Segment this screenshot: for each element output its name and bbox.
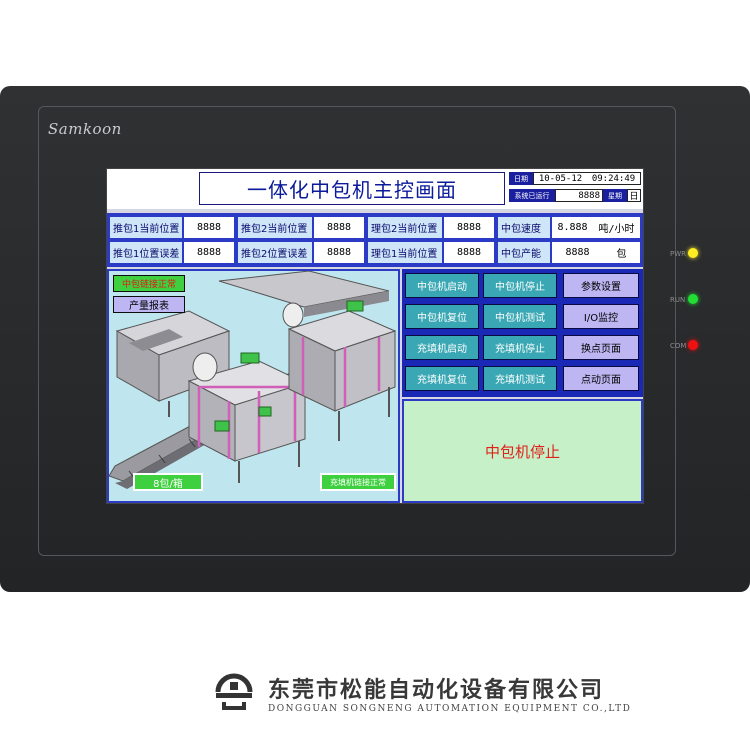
pack-speed-field: 8.888 吨/小时 [551,216,641,239]
push2-error-value: 8888 [313,241,365,264]
pack-speed-unit: 吨/小时 [598,224,635,235]
arrange1-position-label: 理包1当前位置 [367,241,443,264]
company-name-cn: 东莞市松能自动化设备有限公司 [268,678,605,703]
time-value: 09:24:49 [591,173,636,184]
push1-position-label: 推包1当前位置 [109,216,183,239]
parameter-settings-button[interactable]: 参数设置 [563,273,639,298]
company-logo-icon [215,673,253,710]
production-report-button[interactable]: 产量报表 [113,296,185,313]
pack-capacity-field: 8888 包 [551,241,641,264]
jog-page-button[interactable]: 点动页面 [563,366,639,391]
led-label-pwr: PWR [670,250,687,258]
com-led-icon [688,340,698,350]
pack-speed-label: 中包速度 [497,216,551,239]
filler-start-button[interactable]: 充填机启动 [405,335,479,360]
date-time-display: 10-05-12 09:24:49 [533,172,641,185]
weekday-label: 星期 [603,189,627,202]
pack-machine-reset-button[interactable]: 中包机复位 [405,304,479,329]
arrange1-position-value: 8888 [443,241,495,264]
run-led-icon [688,294,698,304]
push2-position-label: 推包2当前位置 [237,216,313,239]
filler-reset-button[interactable]: 充填机复位 [405,366,479,391]
filler-link-status-indicator: 充填机链接正常 [320,473,396,491]
runtime-value: 8888 [555,189,603,202]
date-value: 10-05-12 [538,173,583,184]
data-readout-area: 推包1当前位置 8888 推包2当前位置 8888 理包2当前位置 8888 中… [107,213,643,267]
pack-capacity-label: 中包产能 [497,241,551,264]
pack-count-display: 8包/箱 [133,473,203,491]
changeover-page-button[interactable]: 换点页面 [563,335,639,360]
led-label-run: RUN [670,296,686,304]
io-monitor-button[interactable]: I/O监控 [563,304,639,329]
brand-logo: Samkoon [48,120,122,138]
date-label: 日期 [509,172,533,185]
runtime-label: 系统已运行 [509,189,555,202]
led-label-com: COM [670,342,687,350]
pack-speed-value: 8.888 [557,222,588,233]
push1-error-label: 推包1位置误差 [109,241,183,264]
arrange2-position-label: 理包2当前位置 [367,216,443,239]
power-led-icon [688,248,698,258]
pack-capacity-value: 8888 [565,247,590,258]
weekday-value: 日 [627,189,641,202]
filler-stop-button[interactable]: 充填机停止 [483,335,557,360]
machine-image-panel: 中包链接正常 产量报表 8包/箱 充填机链接正常 [107,269,400,503]
company-name-en: DONGGUAN SONGNENG AUTOMATION EQUIPMENT C… [268,704,632,714]
status-message: 中包机停止 [484,442,560,461]
title-bar: 一体化中包机主控画面 日期 10-05-12 09:24:49 系统已运行 88… [107,169,643,209]
push2-error-label: 推包2位置误差 [237,241,313,264]
push2-position-value: 8888 [313,216,365,239]
push1-position-value: 8888 [183,216,235,239]
filler-test-button[interactable]: 充填机测试 [483,366,557,391]
push1-error-value: 8888 [183,241,235,264]
machine-status-panel: 中包机停止 [402,399,643,503]
hmi-screen: 一体化中包机主控画面 日期 10-05-12 09:24:49 系统已运行 88… [106,168,644,504]
pack-capacity-unit: 包 [616,249,627,260]
pack-machine-test-button[interactable]: 中包机测试 [483,304,557,329]
control-button-panel: 中包机启动 中包机停止 参数设置 中包机复位 中包机测试 I/O监控 充填机启动… [402,269,643,397]
pack-machine-stop-button[interactable]: 中包机停止 [483,273,557,298]
arrange2-position-value: 8888 [443,216,495,239]
page-title: 一体化中包机主控画面 [199,172,505,205]
pack-link-status-indicator: 中包链接正常 [113,275,185,292]
pack-machine-start-button[interactable]: 中包机启动 [405,273,479,298]
